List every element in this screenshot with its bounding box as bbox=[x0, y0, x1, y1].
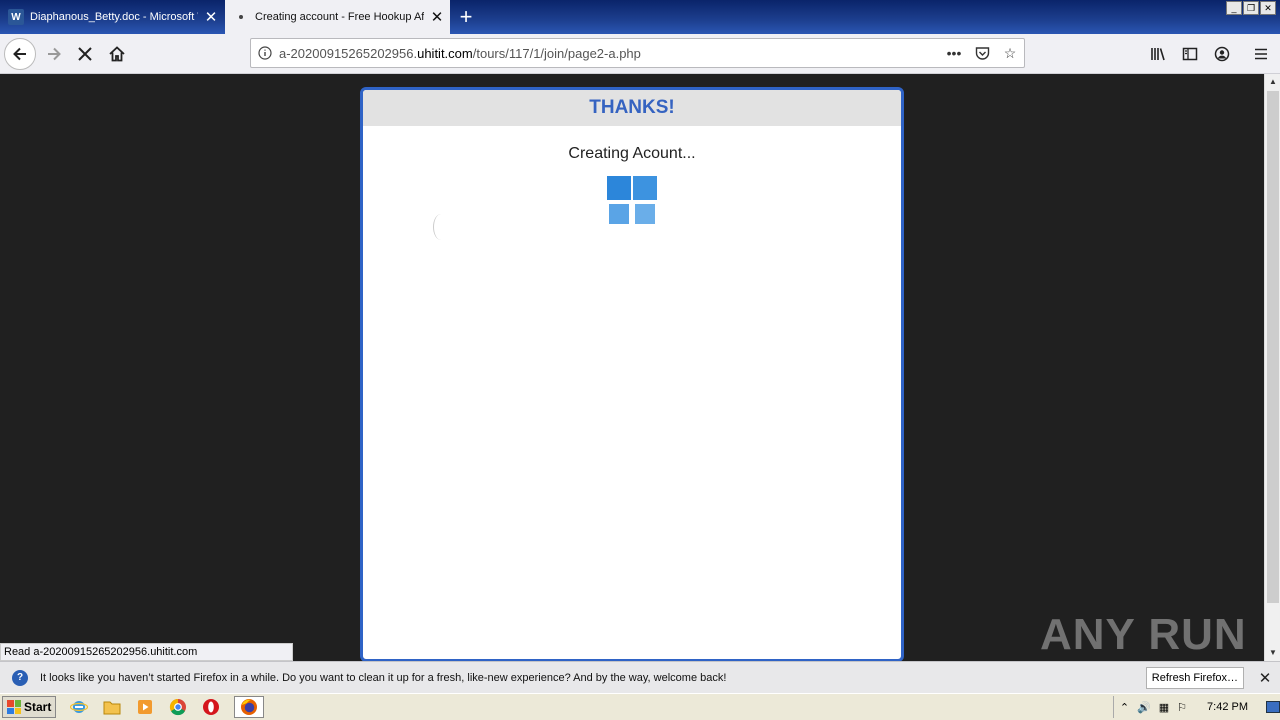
window-close-button[interactable]: ✕ bbox=[1260, 1, 1276, 15]
close-tab-icon[interactable]: ✕ bbox=[198, 8, 224, 26]
home-icon bbox=[109, 46, 125, 62]
url-prefix: a-20200915265202956. bbox=[279, 45, 418, 61]
pocket-icon[interactable] bbox=[968, 46, 996, 61]
tab-strip: W Diaphanous_Betty.doc - Microsoft Word … bbox=[0, 0, 1280, 34]
windows-taskbar: Start ⌃ 🔊 ▦ ⚐ 7:42 PM bbox=[0, 693, 1280, 720]
firefox-taskbar-button[interactable] bbox=[234, 696, 265, 718]
spinner-arc-icon bbox=[433, 214, 449, 240]
back-button[interactable] bbox=[4, 38, 36, 70]
navigation-toolbar: a-20200915265202956.uhitit.com/tours/117… bbox=[0, 34, 1280, 74]
thanks-card: THANKS! Creating Acount... bbox=[360, 87, 904, 661]
card-header: THANKS! bbox=[363, 90, 901, 126]
scroll-up-arrow-icon[interactable]: ▲ bbox=[1265, 74, 1280, 90]
status-overlay: Read a-20200915265202956.uhitit.com bbox=[0, 643, 293, 661]
volume-icon[interactable]: 🔊 bbox=[1137, 701, 1151, 714]
url-text[interactable]: a-20200915265202956.uhitit.com/tours/117… bbox=[279, 46, 940, 61]
loading-squares-icon bbox=[607, 176, 659, 226]
notification-close-icon[interactable]: ✕ bbox=[1250, 669, 1280, 687]
sidebar-icon[interactable] bbox=[1178, 42, 1202, 66]
info-icon[interactable] bbox=[251, 46, 279, 60]
forward-button[interactable] bbox=[38, 38, 70, 70]
window-controls: _ ❐ ✕ bbox=[1226, 1, 1276, 15]
stop-x-icon bbox=[78, 47, 92, 61]
url-domain: uhitit.com bbox=[417, 45, 473, 61]
scroll-thumb[interactable] bbox=[1267, 91, 1279, 603]
start-label: Start bbox=[24, 700, 52, 714]
bookmark-star-icon[interactable]: ☆ bbox=[996, 45, 1024, 62]
arrow-left-icon bbox=[13, 47, 26, 61]
file-explorer-icon[interactable] bbox=[102, 697, 122, 717]
tab-word-document[interactable]: W Diaphanous_Betty.doc - Microsoft Word … bbox=[0, 0, 224, 34]
url-path: /tours/117/1/join/page2-a.php bbox=[472, 45, 641, 61]
tray-expand-icon[interactable]: ⌃ bbox=[1120, 701, 1129, 714]
loader-square bbox=[635, 204, 655, 224]
address-bar[interactable]: a-20200915265202956.uhitit.com/tours/117… bbox=[250, 38, 1025, 68]
loader-square bbox=[633, 176, 657, 200]
system-tray: ⌃ 🔊 ▦ ⚐ 7:42 PM bbox=[1112, 696, 1280, 718]
creating-account-status: Creating Acount... bbox=[568, 145, 696, 162]
page-viewport: THANKS! Creating Acount... bbox=[0, 74, 1264, 661]
stop-button[interactable] bbox=[69, 38, 101, 70]
chrome-icon[interactable] bbox=[168, 697, 188, 717]
library-icon[interactable] bbox=[1146, 42, 1170, 66]
loader-square bbox=[607, 176, 631, 200]
new-tab-button[interactable]: + bbox=[452, 2, 480, 32]
loading-dot-icon bbox=[239, 15, 243, 19]
tab-creating-account[interactable]: Creating account - Free Hookup Affairs ✕ bbox=[225, 0, 450, 34]
close-tab-icon[interactable]: ✕ bbox=[424, 8, 450, 26]
question-icon: ? bbox=[12, 669, 28, 686]
minimize-button[interactable]: _ bbox=[1226, 1, 1242, 15]
restore-button[interactable]: ❐ bbox=[1243, 1, 1259, 15]
show-desktop-icon[interactable] bbox=[1266, 701, 1280, 713]
arrow-right-icon bbox=[48, 47, 61, 61]
account-icon[interactable] bbox=[1210, 42, 1234, 66]
word-icon: W bbox=[8, 9, 24, 25]
page-actions-icon[interactable]: ••• bbox=[940, 45, 968, 61]
menu-hamburger-icon[interactable] bbox=[1249, 42, 1273, 66]
refresh-firefox-button[interactable]: Refresh Firefox… bbox=[1145, 666, 1244, 689]
vertical-scrollbar[interactable]: ▲ ▼ bbox=[1264, 74, 1280, 661]
notification-bar: ? It looks like you haven’t started Fire… bbox=[0, 661, 1280, 693]
internet-explorer-icon[interactable] bbox=[69, 697, 89, 717]
network-icon[interactable]: ▦ bbox=[1159, 701, 1169, 714]
media-player-icon[interactable] bbox=[135, 697, 155, 717]
loader-square bbox=[609, 204, 629, 224]
tab-title: Diaphanous_Betty.doc - Microsoft Word bbox=[30, 11, 198, 23]
tab-title: Creating account - Free Hookup Affairs bbox=[255, 11, 424, 23]
anyrun-watermark-logo: ANY RUN bbox=[1040, 610, 1247, 659]
scroll-down-arrow-icon[interactable]: ▼ bbox=[1265, 645, 1280, 661]
windows-logo-icon bbox=[7, 700, 21, 714]
home-button[interactable] bbox=[101, 38, 133, 70]
opera-icon[interactable] bbox=[201, 697, 221, 717]
clock[interactable]: 7:42 PM bbox=[1207, 701, 1248, 713]
notification-text: It looks like you haven’t started Firefo… bbox=[40, 671, 727, 684]
start-button[interactable]: Start bbox=[2, 696, 57, 718]
firefox-icon bbox=[241, 699, 258, 715]
action-center-flag-icon[interactable]: ⚐ bbox=[1177, 701, 1187, 714]
card-title: THANKS! bbox=[589, 97, 675, 118]
